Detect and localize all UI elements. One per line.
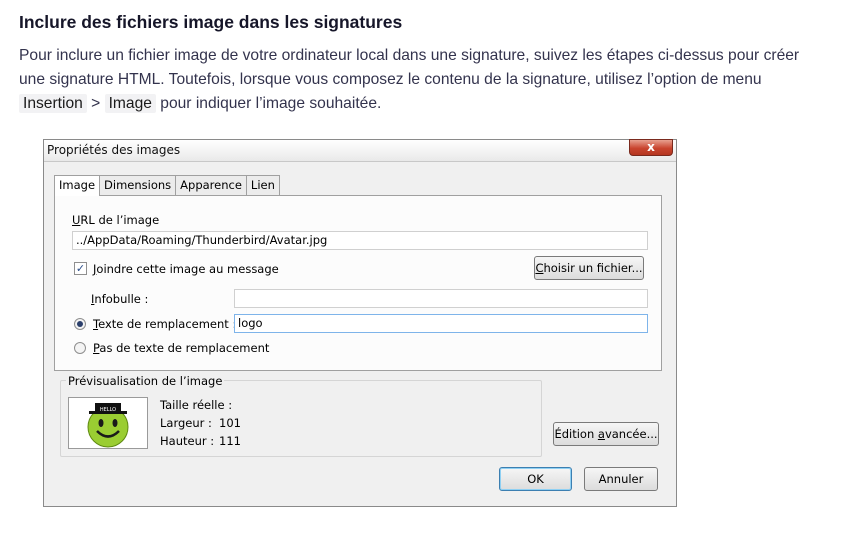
url-input[interactable]: ../AppData/Roaming/Thunderbird/Avatar.jp… (72, 231, 648, 250)
preview-group-label: Prévisualisation de l’image (66, 374, 225, 388)
no-alt-text-radio[interactable] (74, 342, 86, 354)
image-preview: HELLO (68, 397, 148, 449)
tab-apparence[interactable]: Apparence (175, 175, 247, 195)
dialog-title: Propriétés des images (47, 143, 181, 157)
menu-separator: > (86, 95, 105, 112)
dialog-titlebar: Propriétés des images x (44, 139, 676, 162)
real-size-label: Taille réelle : (160, 398, 233, 412)
image-properties-dialog: Propriétés des images x Image Dimensions… (43, 139, 677, 507)
alt-text-radio[interactable] (74, 318, 86, 330)
close-button[interactable]: x (629, 139, 673, 156)
alt-text-input[interactable]: logo (234, 314, 648, 333)
tooltip-input[interactable] (234, 289, 648, 308)
attach-image-label[interactable]: Joindre cette image au message (93, 262, 279, 276)
tab-image[interactable]: Image (54, 175, 101, 196)
alt-text-label[interactable]: Texte de remplacement : (93, 317, 236, 331)
tab-lien[interactable]: Lien (245, 175, 280, 195)
close-icon: x (647, 140, 655, 154)
ok-button[interactable]: OK (499, 467, 572, 491)
tab-dimensions[interactable]: Dimensions (99, 175, 177, 195)
no-alt-text-label[interactable]: Pas de texte de remplacement (93, 341, 269, 355)
smiley-avatar-icon: HELLO (87, 403, 129, 448)
tooltip-label: Infobulle : (91, 292, 149, 306)
tab-panel-image: URL de l’image ../AppData/Roaming/Thunde… (54, 195, 662, 371)
menu-image-code: Image (104, 94, 156, 113)
url-label: URL de l’image (72, 213, 160, 227)
article-title: Inclure des fichiers image dans les sign… (19, 12, 403, 32)
attach-image-checkbox[interactable]: ✓ (74, 262, 87, 275)
width-value: 101 (219, 416, 241, 430)
paragraph-text-after: pour indiquer l’image souhaitée. (155, 95, 382, 112)
dialog-tabs: Image Dimensions Apparence Lien (54, 175, 280, 196)
width-label: Largeur : (160, 416, 212, 430)
choose-file-button[interactable]: Choisir un fichier... (534, 256, 644, 280)
advanced-edit-button[interactable]: Édition avancée... (553, 422, 659, 446)
menu-insertion-code: Insertion (19, 94, 87, 113)
checkmark-icon: ✓ (75, 262, 86, 275)
height-value: 111 (219, 434, 241, 448)
height-label: Hauteur : (160, 434, 215, 448)
article-paragraph: Pour inclure un fichier image de votre o… (19, 44, 809, 116)
paragraph-text-before: Pour inclure un fichier image de votre o… (19, 47, 800, 88)
hat-text: HELLO (100, 407, 116, 413)
cancel-button[interactable]: Annuler (584, 467, 658, 491)
